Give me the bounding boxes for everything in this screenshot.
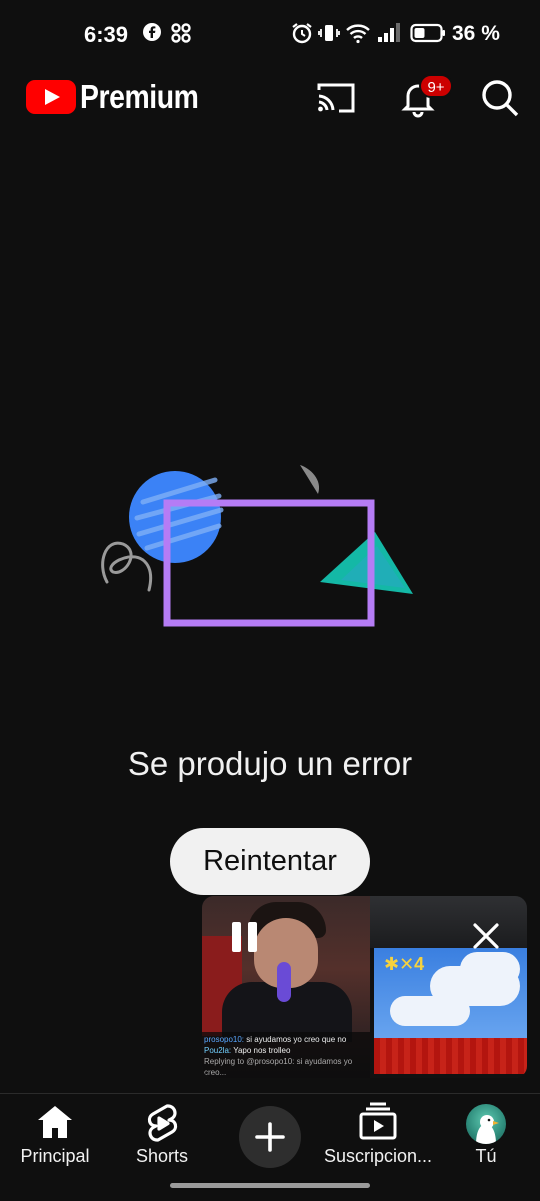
status-bar: 6:39 36 % [0, 0, 540, 70]
cast-icon [317, 83, 355, 113]
retry-button[interactable]: Reintentar [170, 828, 370, 895]
mini-player-chat: prosopo10: si ayudamos yo creo que no Po… [202, 1032, 370, 1078]
battery-icon [410, 22, 446, 49]
search-button[interactable] [478, 76, 522, 120]
notification-count-badge: 9+ [419, 74, 453, 98]
nav-label-subscriptions: Suscripcion... [323, 1146, 433, 1166]
nav-label-shorts: Shorts [135, 1146, 189, 1166]
logo-text: Premium [80, 78, 199, 115]
signal-icon [377, 22, 401, 49]
avatar[interactable] [466, 1104, 506, 1144]
pause-icon [232, 922, 241, 952]
close-icon [473, 923, 499, 949]
vibrate-icon [318, 22, 340, 49]
shorts-icon [147, 1104, 178, 1142]
app-header: Premium [0, 70, 540, 126]
error-message: Se produjo un error [127, 745, 413, 782]
subscriptions-icon [359, 1102, 397, 1140]
close-mini-player-button[interactable] [472, 922, 500, 950]
nav-item-shorts[interactable]: Shorts [107, 1094, 217, 1174]
home-indicator [170, 1183, 370, 1188]
create-plus-icon [255, 1122, 285, 1152]
pause-button[interactable] [232, 922, 258, 952]
nav-item-subscriptions[interactable]: Suscripcion... [322, 1094, 434, 1174]
alarm-icon [291, 22, 313, 49]
nav-label-home: Principal [20, 1146, 90, 1166]
mini-player-video-left: prosopo10: si ayudamos yo creo que no Po… [202, 896, 370, 1078]
status-time: 6:39 [84, 22, 129, 47]
facebook-icon [142, 22, 162, 47]
search-icon [482, 80, 519, 117]
wifi-icon [345, 22, 371, 49]
game-hud: ✱✕4 [384, 954, 425, 974]
mini-player[interactable]: prosopo10: si ayudamos yo creo que no Po… [202, 896, 527, 1078]
nav-label-you: Tú [475, 1146, 497, 1166]
error-illustration [95, 460, 425, 635]
create-button[interactable] [239, 1106, 301, 1168]
home-icon [38, 1106, 72, 1138]
nav-item-home[interactable]: Principal [0, 1094, 110, 1174]
pinwheel-icon [170, 22, 192, 49]
battery-percentage: 36 % [452, 22, 500, 45]
cast-button[interactable] [314, 76, 358, 120]
youtube-premium-logo[interactable]: Premium [26, 78, 218, 116]
youtube-play-icon [26, 80, 76, 114]
